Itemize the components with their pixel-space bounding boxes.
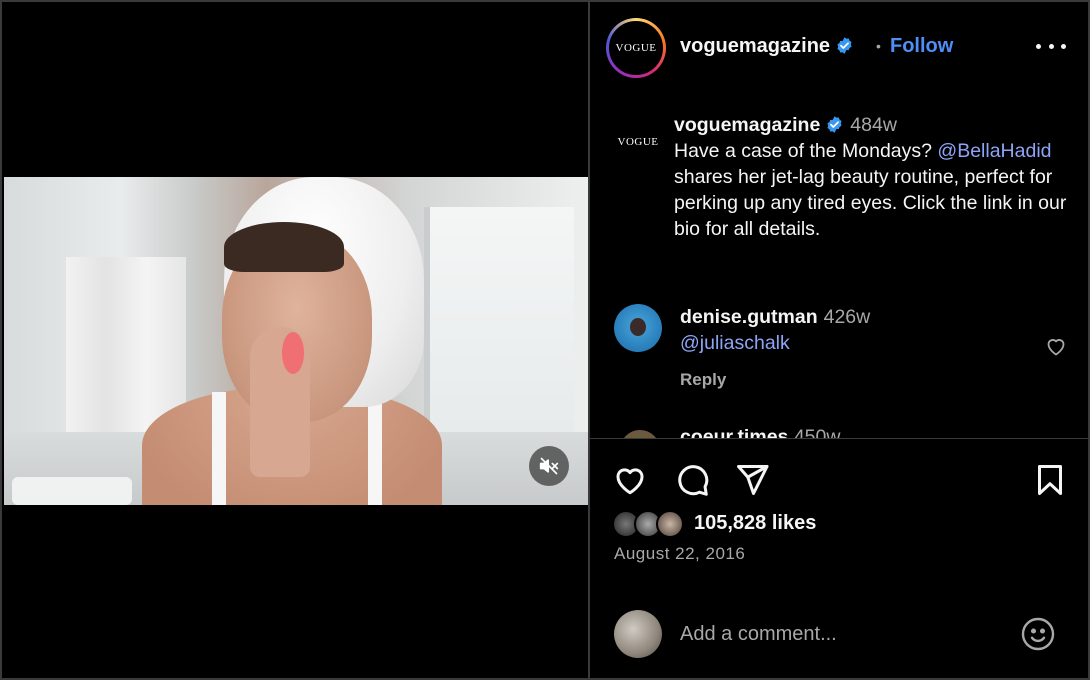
comment-avatar[interactable] bbox=[620, 430, 660, 438]
caption-mention-link[interactable]: @BellaHadid bbox=[937, 140, 1051, 162]
post-video[interactable] bbox=[4, 177, 588, 505]
heart-icon[interactable] bbox=[612, 462, 648, 498]
comment: denise.gutman 426w @juliaschalk bbox=[680, 304, 1040, 356]
comments-list[interactable]: VOGUE voguemagazine 484w Have a case of … bbox=[590, 96, 1090, 438]
post-dialog: VOGUE voguemagazine • Follow VOGUE vogue… bbox=[0, 0, 1090, 680]
header-username[interactable]: voguemagazine bbox=[680, 35, 854, 58]
smiley-icon[interactable] bbox=[1020, 616, 1056, 652]
more-options-icon[interactable] bbox=[1036, 34, 1066, 58]
likes-summary[interactable]: 105,828 likes bbox=[612, 508, 1082, 540]
follow-button[interactable]: Follow bbox=[890, 35, 953, 58]
comment-partial: coeur.times 450w bbox=[680, 426, 840, 438]
comment-like-heart-icon[interactable] bbox=[1044, 334, 1068, 358]
likes-count[interactable]: 105,828 likes bbox=[694, 512, 816, 535]
post-header: VOGUE voguemagazine • Follow bbox=[590, 2, 1090, 96]
vogue-logo: VOGUE bbox=[617, 136, 659, 148]
comment-timestamp[interactable]: 426w bbox=[824, 306, 871, 328]
section-divider bbox=[590, 438, 1090, 439]
caption-avatar[interactable]: VOGUE bbox=[617, 130, 659, 154]
vogue-logo: VOGUE bbox=[615, 42, 657, 54]
muted-speaker-icon bbox=[539, 457, 559, 475]
current-user-avatar bbox=[614, 610, 662, 658]
post-details-panel: VOGUE voguemagazine • Follow VOGUE vogue… bbox=[590, 2, 1090, 678]
post-date[interactable]: August 22, 2016 bbox=[614, 544, 745, 564]
caption: voguemagazine 484w Have a case of the Mo… bbox=[674, 112, 1074, 242]
add-comment-bar bbox=[590, 602, 1090, 666]
mute-toggle-button[interactable] bbox=[529, 446, 569, 486]
profile-avatar[interactable]: VOGUE bbox=[606, 18, 666, 78]
verified-badge-icon bbox=[827, 116, 842, 133]
post-actions-bar bbox=[590, 454, 1090, 508]
comment-username[interactable]: denise.gutman bbox=[680, 306, 818, 328]
media-area bbox=[2, 2, 588, 678]
comment-icon[interactable] bbox=[674, 462, 710, 498]
comment-avatar[interactable] bbox=[614, 304, 662, 352]
caption-username[interactable]: voguemagazine bbox=[674, 114, 820, 136]
caption-text-start: Have a case of the Mondays? bbox=[674, 140, 938, 162]
header-separator: • bbox=[876, 38, 881, 54]
reply-button[interactable]: Reply bbox=[680, 370, 726, 390]
comment-username[interactable]: coeur.times bbox=[680, 426, 788, 438]
caption-timestamp[interactable]: 484w bbox=[850, 114, 897, 136]
send-icon[interactable] bbox=[734, 462, 770, 498]
liker-avatar bbox=[656, 510, 684, 538]
caption-text-end: shares her jet-lag beauty routine, perfe… bbox=[674, 166, 1067, 240]
add-comment-input[interactable] bbox=[680, 619, 1000, 649]
verified-badge-icon bbox=[837, 37, 852, 54]
comment-mention-link[interactable]: @juliaschalk bbox=[680, 332, 790, 354]
bookmark-icon[interactable] bbox=[1032, 462, 1068, 498]
comment-timestamp[interactable]: 450w bbox=[794, 426, 841, 438]
